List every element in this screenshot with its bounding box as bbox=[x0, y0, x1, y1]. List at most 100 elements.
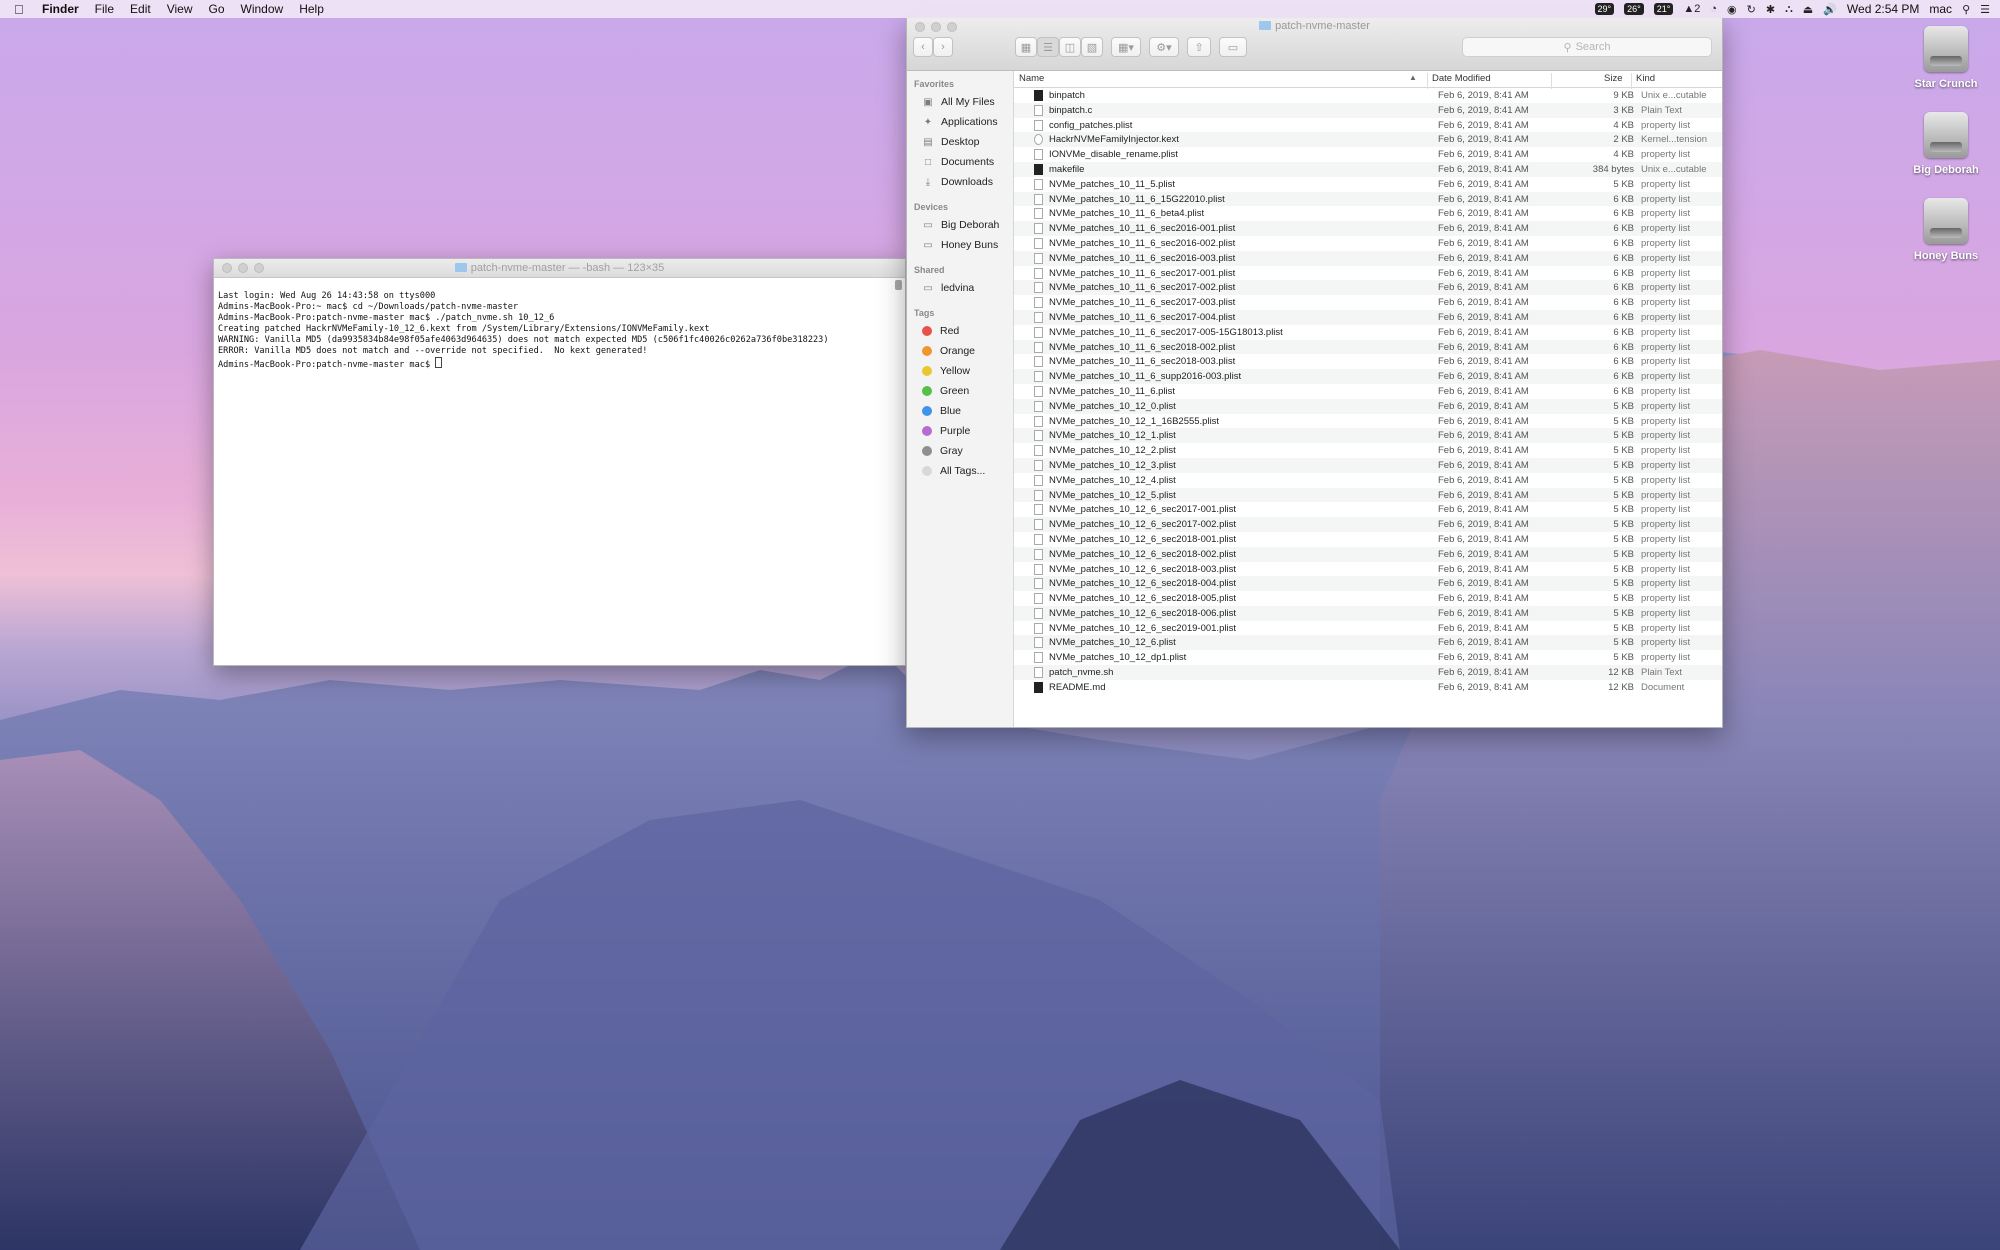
file-row[interactable]: NVMe_patches_10_12_2.plist Feb 6, 2019, 8… bbox=[1014, 443, 1722, 458]
sidebar-tag-blue[interactable]: Blue bbox=[907, 401, 1013, 421]
sidebar-tag-gray[interactable]: Gray bbox=[907, 441, 1013, 461]
desktop-icon-star-crunch[interactable]: Star Crunch bbox=[1896, 26, 1996, 90]
sidebar-tag-orange[interactable]: Orange bbox=[907, 341, 1013, 361]
file-row[interactable]: NVMe_patches_10_12_6_sec2018-003.plist Fe… bbox=[1014, 562, 1722, 577]
file-row[interactable]: binpatch Feb 6, 2019, 8:41 AM 9 KB Unix e..… bbox=[1014, 88, 1722, 103]
time-machine-icon[interactable]: ↻ bbox=[1747, 3, 1756, 16]
apple-menu-icon[interactable]:  bbox=[14, 2, 30, 17]
file-row[interactable]: NVMe_patches_10_11_6_sec2016-002.plist Fe… bbox=[1014, 236, 1722, 251]
menu-edit[interactable]: Edit bbox=[130, 2, 151, 16]
file-row[interactable]: NVMe_patches_10_12_6_sec2018-002.plist Fe… bbox=[1014, 546, 1722, 562]
adobe-icon[interactable]: ▲2 bbox=[1683, 3, 1700, 15]
file-row[interactable]: NVMe_patches_10_11_5.plist Feb 6, 2019, 8… bbox=[1014, 177, 1722, 192]
volume-icon[interactable]: 🔊 bbox=[1823, 3, 1837, 16]
wifi-icon[interactable]: ⛬ bbox=[1785, 3, 1793, 16]
file-row[interactable]: NVMe_patches_10_12_1_16B2555.plist Feb 6,… bbox=[1014, 414, 1722, 429]
cover-flow-button[interactable]: ▧ bbox=[1081, 37, 1103, 57]
file-row[interactable]: binpatch.c Feb 6, 2019, 8:41 AM 3 KB Plain … bbox=[1014, 102, 1722, 118]
column-header-kind[interactable]: Kind bbox=[1636, 73, 1655, 84]
file-row[interactable]: NVMe_patches_10_11_6_sec2017-001.plist Fe… bbox=[1014, 266, 1722, 281]
column-header-date[interactable]: Date Modified bbox=[1432, 73, 1491, 84]
sidebar-tag-yellow[interactable]: Yellow bbox=[907, 361, 1013, 381]
minimize-button[interactable] bbox=[238, 263, 248, 273]
file-row[interactable]: NVMe_patches_10_11_6_sec2017-004.plist Fe… bbox=[1014, 309, 1722, 325]
eject-icon[interactable]: ⏏ bbox=[1803, 3, 1813, 16]
sidebar-item-documents[interactable]: □ Documents bbox=[907, 152, 1013, 172]
file-row[interactable]: NVMe_patches_10_12_4.plist Feb 6, 2019, 8… bbox=[1014, 473, 1722, 488]
file-row[interactable]: NVMe_patches_10_11_6_sec2017-003.plist Fe… bbox=[1014, 295, 1722, 310]
menu-app-name[interactable]: Finder bbox=[42, 2, 79, 16]
file-row[interactable]: NVMe_patches_10_12_1.plist Feb 6, 2019, 8… bbox=[1014, 428, 1722, 444]
sidebar-tag-red[interactable]: Red bbox=[907, 321, 1013, 341]
scrollbar-thumb[interactable] bbox=[895, 280, 902, 290]
close-button[interactable] bbox=[222, 263, 232, 273]
list-view-button[interactable]: ☰ bbox=[1037, 37, 1059, 57]
column-header-name[interactable]: Name bbox=[1019, 73, 1044, 84]
user-name[interactable]: mac bbox=[1929, 2, 1952, 16]
sidebar-tag-purple[interactable]: Purple bbox=[907, 421, 1013, 441]
file-row[interactable]: NVMe_patches_10_11_6_sec2018-003.plist Fe… bbox=[1014, 354, 1722, 369]
arrange-button[interactable]: ▦▾ bbox=[1111, 37, 1141, 57]
file-row[interactable]: NVMe_patches_10_11_6_sec2018-002.plist Fe… bbox=[1014, 339, 1722, 355]
eye-icon[interactable]: ◉ bbox=[1727, 3, 1737, 16]
bluetooth-icon[interactable]: ✱ bbox=[1766, 3, 1775, 16]
terminal-scrollbar[interactable] bbox=[894, 277, 903, 663]
file-row[interactable]: NVMe_patches_10_11_6_15G22010.plist Feb 6… bbox=[1014, 191, 1722, 207]
sidebar-item-desktop[interactable]: ▤ Desktop bbox=[907, 132, 1013, 152]
file-row[interactable]: NVMe_patches_10_12_6_sec2018-001.plist Fe… bbox=[1014, 532, 1722, 547]
file-row[interactable]: NVMe_patches_10_11_6_sec2016-001.plist Fe… bbox=[1014, 221, 1722, 236]
file-row[interactable]: NVMe_patches_10_12_6_sec2018-004.plist Fe… bbox=[1014, 576, 1722, 592]
icon-view-button[interactable]: ▦ bbox=[1015, 37, 1037, 57]
sidebar-tag-all[interactable]: All Tags... bbox=[907, 461, 1013, 481]
temp-badge-1[interactable]: 29° bbox=[1594, 3, 1615, 15]
file-row[interactable]: NVMe_patches_10_12_dp1.plist Feb 6, 2019,… bbox=[1014, 650, 1722, 665]
zoom-button[interactable] bbox=[254, 263, 264, 273]
file-row[interactable]: NVMe_patches_10_12_6_sec2017-002.plist Fe… bbox=[1014, 517, 1722, 532]
terminal-content[interactable]: Last login: Wed Aug 26 14:43:58 on ttys0… bbox=[214, 278, 905, 662]
file-row[interactable]: NVMe_patches_10_12_6_sec2018-006.plist Fe… bbox=[1014, 605, 1722, 621]
file-row[interactable]: README.md Feb 6, 2019, 8:41 AM 12 KB Docume… bbox=[1014, 680, 1722, 695]
sidebar-item-ledvina[interactable]: ▭ ledvina bbox=[907, 278, 1013, 298]
menu-go[interactable]: Go bbox=[209, 2, 225, 16]
file-row[interactable]: NVMe_patches_10_12_6_sec2017-001.plist Fe… bbox=[1014, 502, 1722, 517]
terminal-titlebar[interactable]: patch-nvme-master — -bash — 123×35 bbox=[214, 259, 905, 278]
temp-badge-3[interactable]: 21° bbox=[1653, 3, 1674, 15]
spotlight-icon[interactable]: ⚲ bbox=[1962, 3, 1970, 16]
finder-toolbar[interactable]: patch-nvme-master ‹ › ▦ ☰ ◫ ▧ ▦▾ ⚙▾ ⇧ ▭ … bbox=[907, 18, 1722, 71]
file-row[interactable]: NVMe_patches_10_12_6_sec2019-001.plist Fe… bbox=[1014, 621, 1722, 636]
file-row[interactable]: NVMe_patches_10_12_6_sec2018-005.plist Fe… bbox=[1014, 591, 1722, 606]
sidebar-item-honey-buns[interactable]: ▭ Honey Buns bbox=[907, 235, 1013, 255]
notification-center-icon[interactable]: ☰ bbox=[1980, 3, 1990, 16]
forward-button[interactable]: › bbox=[933, 37, 953, 57]
file-row[interactable]: HackrNVMeFamilyInjector.kext Feb 6, 2019,… bbox=[1014, 132, 1722, 148]
file-row[interactable]: NVMe_patches_10_11_6_beta4.plist Feb 6, 2… bbox=[1014, 206, 1722, 221]
menu-view[interactable]: View bbox=[167, 2, 193, 16]
file-row[interactable]: NVMe_patches_10_11_6_supp2016-003.plist F… bbox=[1014, 369, 1722, 384]
action-gear-button[interactable]: ⚙▾ bbox=[1149, 37, 1179, 57]
back-button[interactable]: ‹ bbox=[913, 37, 933, 57]
file-row[interactable]: NVMe_patches_10_12_5.plist Feb 6, 2019, 8… bbox=[1014, 487, 1722, 503]
file-row[interactable]: NVMe_patches_10_12_6.plist Feb 6, 2019, 8… bbox=[1014, 635, 1722, 651]
file-row[interactable]: NVMe_patches_10_11_6_sec2016-003.plist Fe… bbox=[1014, 250, 1722, 266]
file-row[interactable]: NVMe_patches_10_12_0.plist Feb 6, 2019, 8… bbox=[1014, 398, 1722, 414]
sidebar-item-applications[interactable]: ✦ Applications bbox=[907, 112, 1013, 132]
sidebar-tag-green[interactable]: Green bbox=[907, 381, 1013, 401]
file-row[interactable]: patch_nvme.sh Feb 6, 2019, 8:41 AM 12 KB Pl… bbox=[1014, 665, 1722, 680]
desktop-icon-honey-buns[interactable]: Honey Buns bbox=[1896, 198, 1996, 262]
column-header-size[interactable]: Size bbox=[1604, 73, 1622, 84]
menu-help[interactable]: Help bbox=[299, 2, 324, 16]
column-view-button[interactable]: ◫ bbox=[1059, 37, 1081, 57]
sort-chevron-icon[interactable]: ▲ bbox=[1409, 73, 1417, 82]
file-row[interactable]: config_patches.plist Feb 6, 2019, 8:41 AM… bbox=[1014, 118, 1722, 133]
file-row[interactable]: IONVMe_disable_rename.plist Feb 6, 2019, … bbox=[1014, 147, 1722, 162]
tags-button[interactable]: ▭ bbox=[1219, 37, 1247, 57]
file-row[interactable]: NVMe_patches_10_11_6_sec2017-002.plist Fe… bbox=[1014, 280, 1722, 296]
file-row[interactable]: NVMe_patches_10_11_6.plist Feb 6, 2019, 8… bbox=[1014, 384, 1722, 399]
sync-icon[interactable]: ◔ bbox=[1710, 3, 1717, 15]
sidebar-item-all-my-files[interactable]: ▣ All My Files bbox=[907, 92, 1013, 112]
temp-badge-2[interactable]: 26° bbox=[1624, 3, 1644, 15]
file-row[interactable]: NVMe_patches_10_11_6_sec2017-005-15G1801… bbox=[1014, 325, 1722, 340]
share-button[interactable]: ⇧ bbox=[1187, 37, 1211, 57]
search-field[interactable]: ⚲ Search bbox=[1462, 37, 1712, 57]
file-row[interactable]: NVMe_patches_10_12_3.plist Feb 6, 2019, 8… bbox=[1014, 457, 1722, 473]
